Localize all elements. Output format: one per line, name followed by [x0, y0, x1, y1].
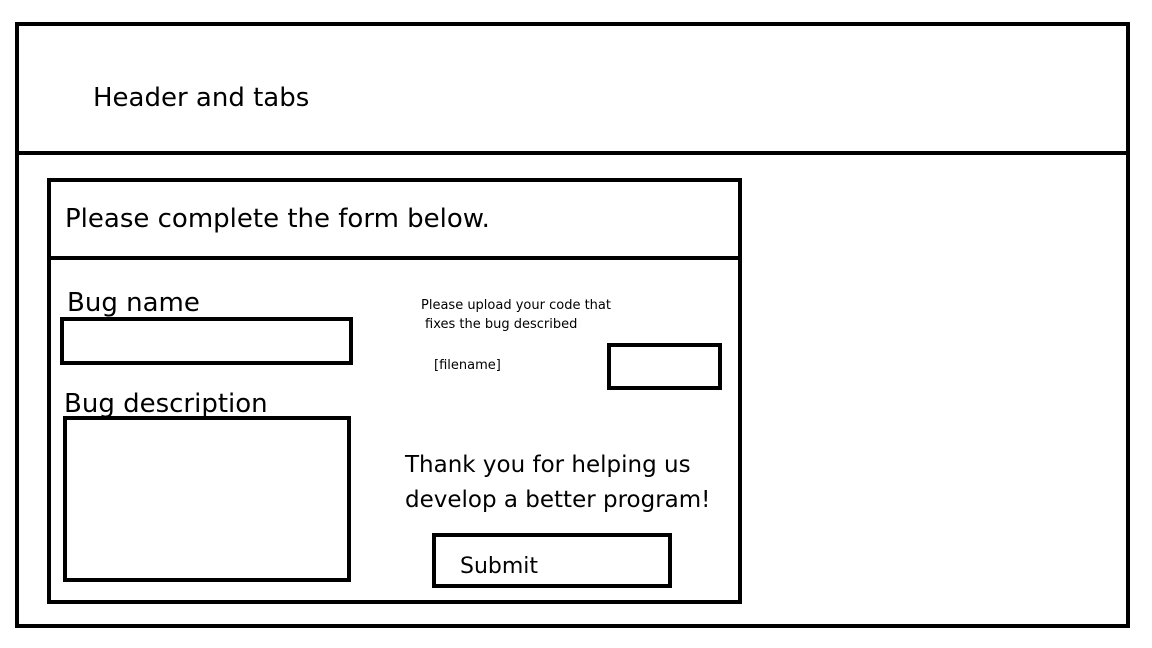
bug-name-input[interactable] — [60, 317, 353, 365]
upload-instructions-line-1: Please upload your code that — [421, 298, 611, 313]
upload-instructions: Please upload your code that fixes the b… — [421, 296, 636, 334]
thank-you-line-1: Thank you for helping us — [405, 452, 691, 478]
file-upload-button[interactable] — [607, 343, 722, 390]
header-divider — [15, 151, 1130, 155]
form-title: Please complete the form below. — [65, 204, 490, 234]
upload-instructions-line-2: fixes the bug described — [425, 317, 578, 332]
bug-description-input[interactable] — [63, 416, 351, 582]
thank-you-line-2: develop a better program! — [405, 487, 711, 513]
thank-you-message: Thank you for helping us develop a bette… — [405, 448, 735, 518]
submit-button[interactable]: Submit — [432, 533, 672, 588]
form-title-divider — [47, 256, 742, 260]
selected-filename: [filename] — [434, 358, 501, 373]
header-tabs-placeholder: Header and tabs — [93, 83, 310, 113]
bug-name-label: Bug name — [67, 288, 200, 318]
